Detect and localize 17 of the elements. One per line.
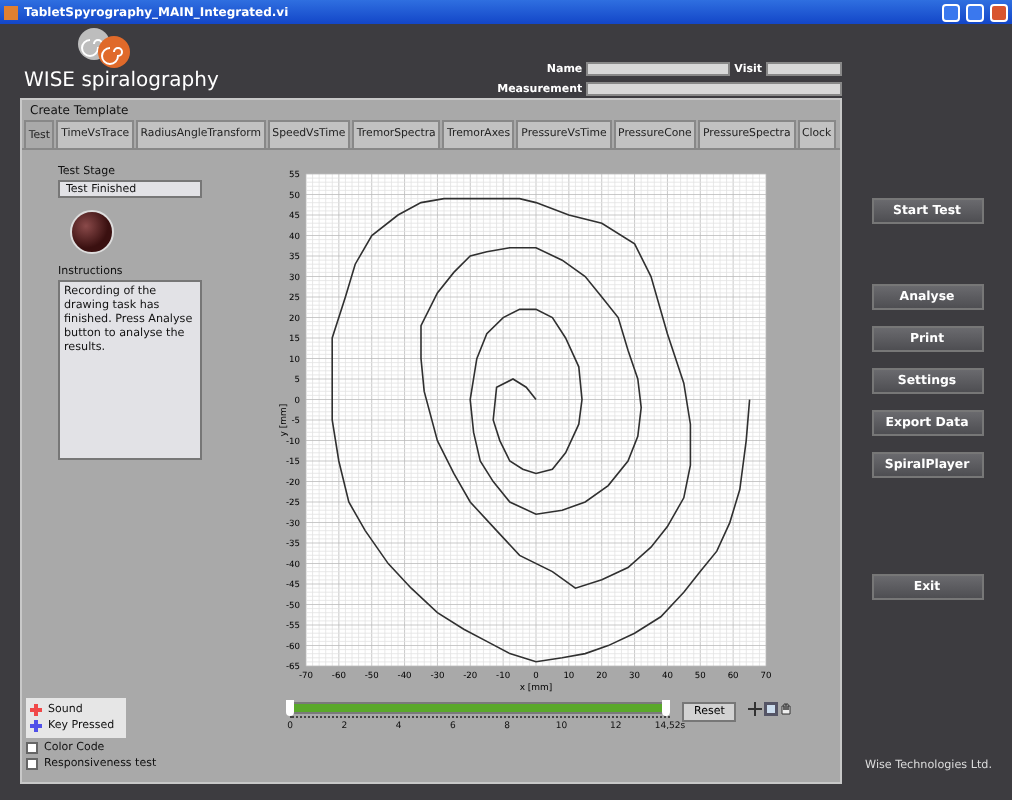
name-field[interactable] <box>586 62 731 76</box>
zoom-icon[interactable] <box>764 702 779 716</box>
measurement-field[interactable] <box>586 82 842 96</box>
checkbox[interactable] <box>26 742 38 754</box>
cursor-icon[interactable] <box>748 702 763 716</box>
close-button[interactable] <box>990 3 1008 21</box>
slider-thumb[interactable] <box>662 700 670 716</box>
restore-button[interactable] <box>966 3 984 21</box>
logo-text: WISE spiralography <box>24 70 219 94</box>
app-icon <box>4 5 18 19</box>
hand-icon[interactable] <box>780 702 795 716</box>
visit-field[interactable] <box>766 62 842 76</box>
spiral-logo-icon <box>76 26 132 70</box>
range-slider[interactable] <box>290 702 670 714</box>
checkbox[interactable] <box>26 758 38 770</box>
minimize-button[interactable] <box>942 3 960 21</box>
slider-thumb[interactable] <box>286 700 294 716</box>
